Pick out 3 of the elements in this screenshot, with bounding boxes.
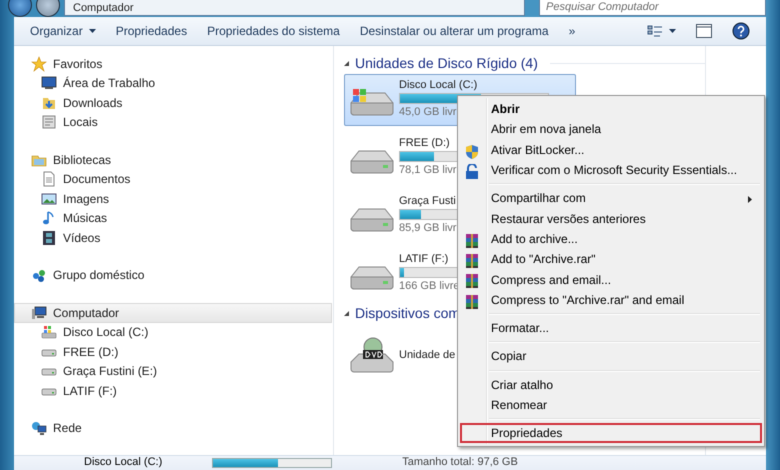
status-total-size: Tamanho total: 97,6 GB [402, 456, 518, 469]
status-drive-name: Disco Local (C:) [84, 456, 162, 469]
section-heading: Unidades de Disco Rígido (4) [355, 55, 538, 71]
